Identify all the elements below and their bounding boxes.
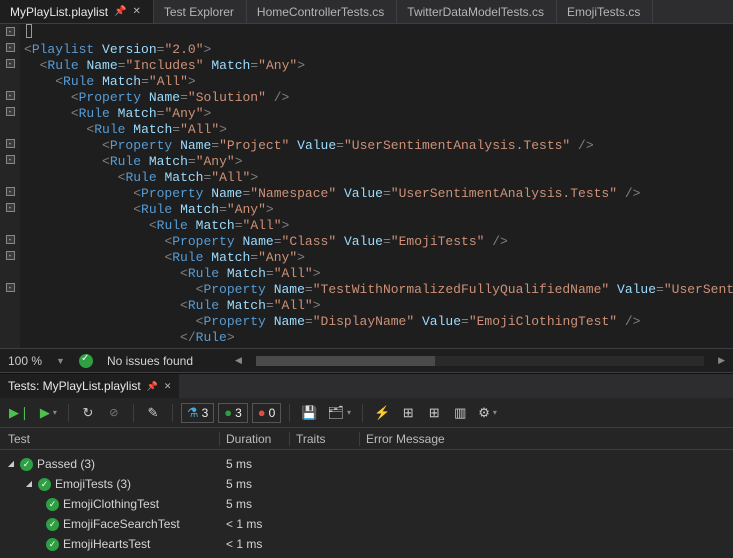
chevron-down-icon[interactable]: ▼	[56, 356, 65, 366]
issues-label: No issues found	[107, 354, 193, 368]
test-duration: 5 ms	[220, 477, 290, 491]
test-tree: Passed (3) 5 ms EmojiTests (3) 5 ms Emoj…	[0, 450, 733, 558]
fold-toggle[interactable]: -	[6, 139, 15, 148]
save-button[interactable]: 💾	[298, 402, 320, 424]
tab-label: Test Explorer	[164, 5, 234, 19]
horizontal-scrollbar[interactable]	[256, 356, 704, 366]
playlist-button[interactable]: 🗂 ▾	[325, 402, 355, 424]
scroll-left-icon[interactable]: ◀	[235, 355, 242, 366]
test-name: EmojiFaceSearchTest	[63, 517, 180, 531]
scroll-right-icon[interactable]: ▶	[718, 355, 725, 366]
test-name: EmojiHeartsTest	[63, 537, 150, 551]
repeat-button[interactable]: ↻	[77, 402, 99, 424]
test-explorer-pane: Tests: MyPlayList.playlist 📌 ✕ ▶❘ ▶ ▾ ↻ …	[0, 373, 733, 558]
text-cursor	[26, 24, 32, 38]
test-row[interactable]: EmojiClothingTest 5 ms	[0, 494, 733, 514]
fold-toggle[interactable]: -	[6, 235, 15, 244]
test-duration: < 1 ms	[220, 537, 290, 551]
x-circle-icon: ●	[258, 405, 266, 420]
live-testing-button[interactable]: ⚡	[371, 402, 393, 424]
fold-toggle[interactable]: -	[6, 155, 15, 164]
zoom-level[interactable]: 100 %	[8, 354, 42, 368]
failed-tests-badge[interactable]: ● 0	[252, 403, 282, 423]
pass-icon	[20, 458, 33, 471]
tab-homecontrollertests[interactable]: HomeControllerTests.cs	[247, 0, 397, 23]
fold-toggle[interactable]: -	[6, 91, 15, 100]
header-duration[interactable]: Duration	[220, 432, 290, 446]
test-panel-tabstrip: Tests: MyPlayList.playlist 📌 ✕	[0, 374, 733, 398]
expand-toggle[interactable]	[24, 478, 34, 488]
test-panel-title: Tests: MyPlayList.playlist	[8, 379, 141, 393]
pass-icon	[38, 478, 51, 491]
total-tests-badge[interactable]: ⚗ 3	[181, 403, 214, 423]
group-by-button[interactable]: ⊞	[397, 402, 419, 424]
pin-icon[interactable]: 📌	[147, 381, 158, 392]
fold-toggle[interactable]: -	[6, 251, 15, 260]
fold-toggle[interactable]: -	[6, 283, 15, 292]
pin-icon[interactable]: 📌	[114, 6, 126, 17]
tab-emojitests[interactable]: EmojiTests.cs	[557, 0, 653, 23]
settings-button[interactable]: ⚙ ▾	[475, 402, 500, 424]
header-traits[interactable]: Traits	[290, 432, 360, 446]
editor-status-bar: 100 % ▼ No issues found ◀ ▶	[0, 348, 733, 372]
check-circle-icon: ●	[224, 405, 232, 420]
stop-button[interactable]: ⊘	[103, 402, 125, 424]
code-area: - - - - - - - - - - - - - - - - - <Playl…	[0, 24, 733, 348]
expand-button[interactable]: ⊞	[423, 402, 445, 424]
passed-tests-badge[interactable]: ● 3	[218, 403, 248, 423]
run-all-button[interactable]: ▶❘	[6, 402, 33, 424]
code-editor[interactable]: <Playlist Version="2.0"> <Rule Name="Inc…	[20, 24, 733, 348]
test-row[interactable]: EmojiHeartsTest < 1 ms	[0, 534, 733, 554]
pass-icon	[46, 538, 59, 551]
columns-button[interactable]: ▥	[449, 402, 471, 424]
tab-label: EmojiTests.cs	[567, 5, 640, 19]
test-group-row[interactable]: EmojiTests (3) 5 ms	[0, 474, 733, 494]
tab-label: MyPlayList.playlist	[10, 5, 108, 19]
fold-toggle[interactable]: -	[6, 27, 15, 36]
test-row[interactable]: EmojiFaceSearchTest < 1 ms	[0, 514, 733, 534]
header-error[interactable]: Error Message	[360, 432, 733, 446]
close-icon[interactable]: ✕	[132, 6, 140, 17]
header-test[interactable]: Test	[0, 432, 220, 446]
test-column-headers: Test Duration Traits Error Message	[0, 428, 733, 450]
pass-icon	[46, 498, 59, 511]
tab-myplaylist[interactable]: MyPlayList.playlist 📌 ✕	[0, 0, 154, 23]
expand-toggle[interactable]	[6, 458, 16, 468]
test-name: Passed (3)	[37, 457, 95, 471]
tab-label: TwitterDataModelTests.cs	[407, 5, 544, 19]
check-icon	[79, 354, 93, 368]
tab-twitterdatamodeltests[interactable]: TwitterDataModelTests.cs	[397, 0, 557, 23]
test-toolbar: ▶❘ ▶ ▾ ↻ ⊘ ✎ ⚗ 3 ● 3 ● 0 💾 🗂 ▾ ⚡ ⊞ ⊞ ▥ ⚙…	[0, 398, 733, 428]
test-duration: < 1 ms	[220, 517, 290, 531]
tab-label: HomeControllerTests.cs	[257, 5, 384, 19]
pass-icon	[46, 518, 59, 531]
test-name: EmojiTests (3)	[55, 477, 131, 491]
fold-toggle[interactable]: -	[6, 107, 15, 116]
fold-toggle[interactable]: -	[6, 203, 15, 212]
test-name: EmojiClothingTest	[63, 497, 159, 511]
edit-button[interactable]: ✎	[142, 402, 164, 424]
run-button[interactable]: ▶ ▾	[37, 402, 60, 424]
editor-tabstrip: MyPlayList.playlist 📌 ✕ Test Explorer Ho…	[0, 0, 733, 24]
close-icon[interactable]: ✕	[164, 381, 172, 392]
test-duration: 5 ms	[220, 497, 290, 511]
flask-icon: ⚗	[187, 405, 199, 421]
tab-test-explorer[interactable]: Test Explorer	[154, 0, 247, 23]
outline-gutter: - - - - - - - - - - - - - - - - -	[0, 24, 20, 348]
test-duration: 5 ms	[220, 457, 290, 471]
fold-toggle[interactable]: -	[6, 43, 15, 52]
test-group-row[interactable]: Passed (3) 5 ms	[0, 454, 733, 474]
test-panel-tab[interactable]: Tests: MyPlayList.playlist 📌 ✕	[0, 374, 179, 398]
fold-toggle[interactable]: -	[6, 59, 15, 68]
editor-pane: MyPlayList.playlist 📌 ✕ Test Explorer Ho…	[0, 0, 733, 373]
fold-toggle[interactable]: -	[6, 187, 15, 196]
